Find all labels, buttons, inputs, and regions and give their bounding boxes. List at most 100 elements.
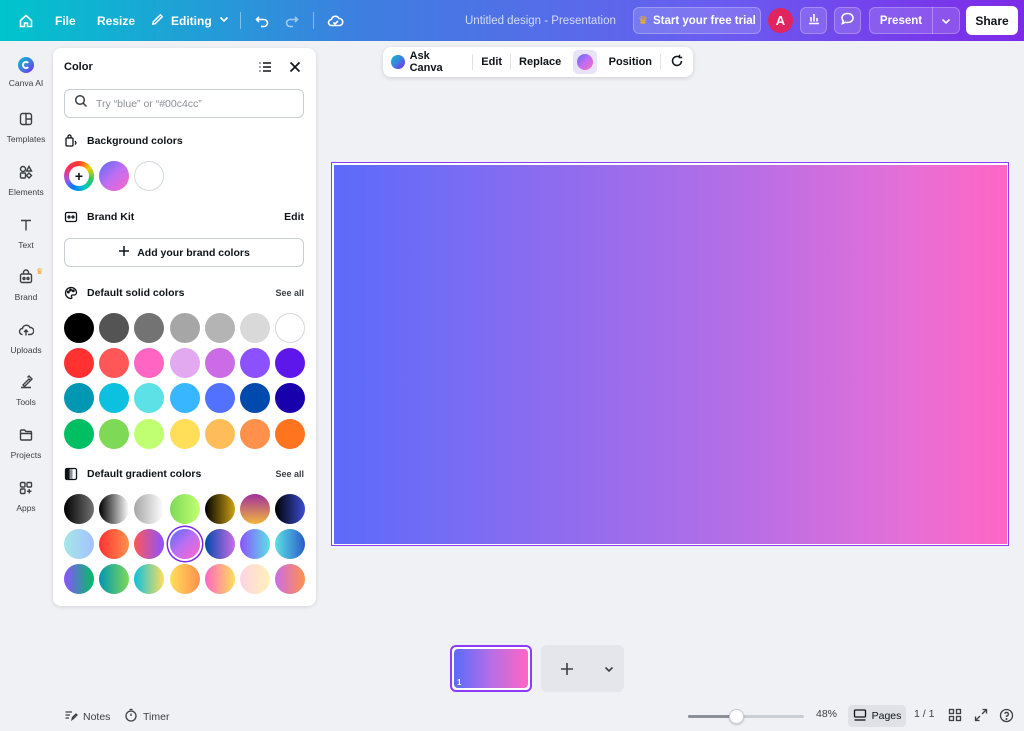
background-color-swatch[interactable] <box>134 161 165 191</box>
solid-color-swatch[interactable] <box>99 348 130 379</box>
solid-color-swatch[interactable] <box>64 383 94 414</box>
help-icon[interactable] <box>999 708 1014 723</box>
rail-item-templates[interactable]: Templates <box>0 111 52 144</box>
solid-color-swatch[interactable] <box>240 348 270 379</box>
solid-color-swatch[interactable] <box>275 418 306 449</box>
chevron-down-icon[interactable] <box>593 663 624 675</box>
document-title[interactable]: Untitled design - Presentation <box>465 0 616 41</box>
file-menu[interactable]: File <box>55 0 76 41</box>
gradient-color-swatch[interactable] <box>240 564 270 595</box>
home-icon[interactable] <box>18 0 34 41</box>
gradient-color-swatch[interactable] <box>275 529 306 560</box>
rail-item-projects[interactable]: Projects <box>0 427 52 460</box>
add-brand-colors-button[interactable]: Add your brand colors <box>64 238 304 267</box>
solid-color-swatch[interactable] <box>240 313 270 343</box>
solid-color-swatch[interactable] <box>134 418 165 449</box>
pages-button[interactable]: Pages <box>848 705 906 727</box>
fullscreen-icon[interactable] <box>974 708 988 722</box>
avatar[interactable]: A <box>768 8 793 33</box>
gradient-color-swatch[interactable] <box>240 494 270 524</box>
zoom-level[interactable]: 48% <box>816 708 837 720</box>
present-button[interactable]: Present <box>869 7 960 34</box>
edit-button[interactable]: Edit <box>473 47 510 77</box>
chevron-down-icon[interactable] <box>933 15 959 27</box>
timer-button[interactable]: Timer <box>124 708 169 725</box>
solid-color-swatch[interactable] <box>64 418 94 449</box>
solid-color-swatch[interactable] <box>275 383 306 414</box>
resize-menu[interactable]: Resize <box>97 0 135 41</box>
solid-color-swatch[interactable] <box>275 348 306 379</box>
more-button[interactable] <box>661 47 693 77</box>
rail-item-apps[interactable]: Apps <box>0 480 52 513</box>
color-search[interactable] <box>64 89 304 118</box>
gradient-color-swatch[interactable] <box>275 494 306 524</box>
position-button[interactable]: Position <box>601 47 660 77</box>
gradient-color-swatch[interactable] <box>134 494 165 524</box>
gradient-color-swatch[interactable] <box>169 529 200 560</box>
solid-color-swatch[interactable] <box>204 383 235 414</box>
list-view-icon[interactable] <box>258 60 272 79</box>
gradient-color-swatch[interactable] <box>64 529 94 560</box>
gradient-color-swatch[interactable] <box>169 494 200 524</box>
solid-color-swatch[interactable] <box>240 418 270 449</box>
replace-button[interactable]: Replace <box>511 47 569 77</box>
gradient-color-swatch[interactable] <box>134 564 165 595</box>
brand-kit-edit-link[interactable]: Edit <box>284 211 304 223</box>
undo-icon[interactable] <box>254 0 270 41</box>
solid-color-swatch[interactable] <box>275 313 306 343</box>
rail-item-canva-ai[interactable]: Canva AI <box>0 57 52 88</box>
gradient-color-swatch[interactable] <box>240 529 270 560</box>
solid-color-swatch[interactable] <box>134 313 165 343</box>
share-button[interactable]: Share <box>966 6 1018 35</box>
gradient-color-swatch[interactable] <box>275 564 306 595</box>
solid-color-swatch[interactable] <box>99 383 130 414</box>
page-thumbnail[interactable]: 1 <box>450 645 532 692</box>
solid-color-swatch[interactable] <box>64 313 94 343</box>
gradient-color-swatch[interactable] <box>204 529 235 560</box>
gradient-color-swatch[interactable] <box>134 529 165 560</box>
rail-item-brand[interactable]: ♛ Brand <box>0 267 52 302</box>
zoom-slider[interactable] <box>688 709 804 724</box>
solid-color-swatch[interactable] <box>204 313 235 343</box>
grid-view-icon[interactable] <box>948 708 962 722</box>
solid-see-all-link[interactable]: See all <box>275 288 304 298</box>
add-page-button[interactable] <box>541 645 624 692</box>
analytics-button[interactable] <box>800 7 827 34</box>
editing-mode-menu[interactable]: Editing <box>150 0 230 41</box>
solid-color-swatch[interactable] <box>134 383 165 414</box>
slide-canvas[interactable] <box>333 164 1007 544</box>
rail-item-elements[interactable]: Elements <box>0 164 52 197</box>
rail-item-tools[interactable]: Tools <box>0 374 52 407</box>
close-icon[interactable] <box>288 60 302 79</box>
comments-button[interactable] <box>834 7 861 34</box>
solid-color-swatch[interactable] <box>169 418 200 449</box>
notes-button[interactable]: Notes <box>64 708 110 725</box>
color-swatch-button[interactable] <box>573 50 597 74</box>
solid-color-swatch[interactable] <box>99 313 130 343</box>
gradient-color-swatch[interactable] <box>99 494 130 524</box>
selection-frame[interactable] <box>331 162 1009 546</box>
gradient-color-swatch[interactable] <box>204 494 235 524</box>
solid-color-swatch[interactable] <box>240 383 270 414</box>
solid-color-swatch[interactable] <box>204 418 235 449</box>
gradient-see-all-link[interactable]: See all <box>275 469 304 479</box>
solid-color-swatch[interactable] <box>169 348 200 379</box>
rail-item-text[interactable]: Text <box>0 217 52 250</box>
solid-color-swatch[interactable] <box>204 348 235 379</box>
redo-icon[interactable] <box>284 0 300 41</box>
gradient-color-swatch[interactable] <box>99 529 130 560</box>
gradient-color-swatch[interactable] <box>204 564 235 595</box>
solid-color-swatch[interactable] <box>99 418 130 449</box>
gradient-color-swatch[interactable] <box>169 564 200 595</box>
gradient-color-swatch[interactable] <box>64 564 94 595</box>
start-trial-button[interactable]: ♛ Start your free trial <box>633 7 761 34</box>
search-input[interactable] <box>96 97 296 110</box>
rail-item-uploads[interactable]: Uploads <box>0 322 52 355</box>
solid-color-swatch[interactable] <box>169 383 200 414</box>
background-color-swatch[interactable] <box>99 161 130 191</box>
solid-color-swatch[interactable] <box>169 313 200 343</box>
gradient-color-swatch[interactable] <box>64 494 94 524</box>
solid-color-swatch[interactable] <box>64 348 94 379</box>
solid-color-swatch[interactable] <box>134 348 165 379</box>
add-color-button[interactable]: + <box>64 161 94 191</box>
